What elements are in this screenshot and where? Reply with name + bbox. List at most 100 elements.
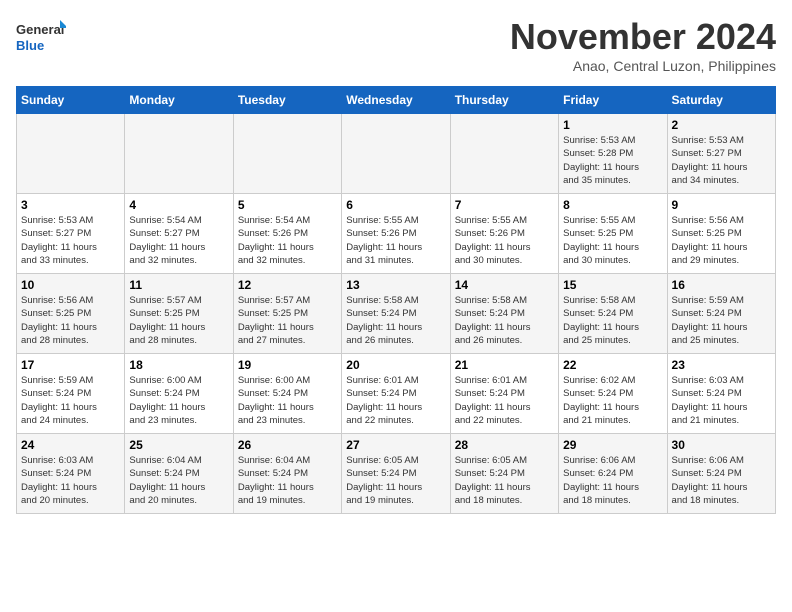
day-info: Sunrise: 5:54 AM Sunset: 5:26 PM Dayligh… — [238, 214, 337, 267]
day-number: 12 — [238, 278, 337, 292]
day-info: Sunrise: 5:59 AM Sunset: 5:24 PM Dayligh… — [672, 294, 771, 347]
calendar-week-row: 24Sunrise: 6:03 AM Sunset: 5:24 PM Dayli… — [17, 434, 776, 514]
svg-text:Blue: Blue — [16, 38, 44, 53]
day-info: Sunrise: 5:58 AM Sunset: 5:24 PM Dayligh… — [455, 294, 554, 347]
calendar-cell — [17, 114, 125, 194]
day-info: Sunrise: 6:01 AM Sunset: 5:24 PM Dayligh… — [455, 374, 554, 427]
header-thursday: Thursday — [450, 87, 558, 114]
calendar-cell: 4 Sunrise: 5:54 AM Sunset: 5:27 PM Daylig… — [125, 194, 233, 274]
day-info: Sunrise: 5:59 AM Sunset: 5:24 PM Dayligh… — [21, 374, 120, 427]
calendar-cell — [342, 114, 450, 194]
day-number: 2 — [672, 118, 771, 132]
day-number: 30 — [672, 438, 771, 452]
calendar-week-row: 17 Sunrise: 5:59 AM Sunset: 5:24 PM Dayli… — [17, 354, 776, 434]
calendar-cell: 6Sunrise: 5:55 AM Sunset: 5:26 PM Daylig… — [342, 194, 450, 274]
day-number: 4 — [129, 198, 228, 212]
day-number: 22 — [563, 358, 662, 372]
calendar-header-row: SundayMondayTuesdayWednesdayThursdayFrid… — [17, 87, 776, 114]
calendar-cell: 22 Sunrise: 6:02 AM Sunset: 5:24 PM Dayli… — [559, 354, 667, 434]
calendar-cell: 14 Sunrise: 5:58 AM Sunset: 5:24 PM Dayli… — [450, 274, 558, 354]
calendar-cell: 21 Sunrise: 6:01 AM Sunset: 5:24 PM Dayli… — [450, 354, 558, 434]
calendar-cell — [450, 114, 558, 194]
day-number: 11 — [129, 278, 228, 292]
calendar-cell: 28 Sunrise: 6:05 AM Sunset: 5:24 PM Dayli… — [450, 434, 558, 514]
calendar-cell: 12Sunrise: 5:57 AM Sunset: 5:25 PM Dayli… — [233, 274, 341, 354]
day-info: Sunrise: 6:00 AM Sunset: 5:24 PM Dayligh… — [129, 374, 228, 427]
day-info: Sunrise: 6:05 AM Sunset: 5:24 PM Dayligh… — [455, 454, 554, 507]
day-info: Sunrise: 6:01 AM Sunset: 5:24 PM Dayligh… — [346, 374, 445, 427]
calendar-cell: 9 Sunrise: 5:56 AM Sunset: 5:25 PM Daylig… — [667, 194, 775, 274]
day-info: Sunrise: 5:54 AM Sunset: 5:27 PM Dayligh… — [129, 214, 228, 267]
day-info: Sunrise: 6:03 AM Sunset: 5:24 PM Dayligh… — [672, 374, 771, 427]
day-info: Sunrise: 5:53 AM Sunset: 5:27 PM Dayligh… — [672, 134, 771, 187]
day-info: Sunrise: 5:58 AM Sunset: 5:24 PM Dayligh… — [563, 294, 662, 347]
calendar-cell: 7Sunrise: 5:55 AM Sunset: 5:26 PM Daylig… — [450, 194, 558, 274]
header-sunday: Sunday — [17, 87, 125, 114]
logo: General Blue — [16, 16, 66, 56]
calendar-cell: 16 Sunrise: 5:59 AM Sunset: 5:24 PM Dayli… — [667, 274, 775, 354]
day-info: Sunrise: 5:53 AM Sunset: 5:28 PM Dayligh… — [563, 134, 662, 187]
calendar-cell: 27Sunrise: 6:05 AM Sunset: 5:24 PM Dayli… — [342, 434, 450, 514]
calendar-cell: 24Sunrise: 6:03 AM Sunset: 5:24 PM Dayli… — [17, 434, 125, 514]
day-number: 14 — [455, 278, 554, 292]
day-info: Sunrise: 5:58 AM Sunset: 5:24 PM Dayligh… — [346, 294, 445, 347]
day-info: Sunrise: 5:56 AM Sunset: 5:25 PM Dayligh… — [21, 294, 120, 347]
header-wednesday: Wednesday — [342, 87, 450, 114]
day-number: 5 — [238, 198, 337, 212]
calendar-cell: 17 Sunrise: 5:59 AM Sunset: 5:24 PM Dayli… — [17, 354, 125, 434]
calendar-cell: 11 Sunrise: 5:57 AM Sunset: 5:25 PM Dayli… — [125, 274, 233, 354]
day-info: Sunrise: 6:00 AM Sunset: 5:24 PM Dayligh… — [238, 374, 337, 427]
day-number: 19 — [238, 358, 337, 372]
day-number: 15 — [563, 278, 662, 292]
day-number: 1 — [563, 118, 662, 132]
day-number: 9 — [672, 198, 771, 212]
calendar-cell: 25 Sunrise: 6:04 AM Sunset: 5:24 PM Dayli… — [125, 434, 233, 514]
day-info: Sunrise: 6:04 AM Sunset: 5:24 PM Dayligh… — [238, 454, 337, 507]
day-number: 8 — [563, 198, 662, 212]
day-number: 25 — [129, 438, 228, 452]
calendar-cell — [125, 114, 233, 194]
day-info: Sunrise: 5:55 AM Sunset: 5:25 PM Dayligh… — [563, 214, 662, 267]
calendar-cell: 3 Sunrise: 5:53 AM Sunset: 5:27 PM Daylig… — [17, 194, 125, 274]
calendar-cell: 8 Sunrise: 5:55 AM Sunset: 5:25 PM Daylig… — [559, 194, 667, 274]
day-info: Sunrise: 5:56 AM Sunset: 5:25 PM Dayligh… — [672, 214, 771, 267]
day-number: 17 — [21, 358, 120, 372]
svg-text:General: General — [16, 22, 64, 37]
calendar-week-row: 1 Sunrise: 5:53 AM Sunset: 5:28 PM Daylig… — [17, 114, 776, 194]
calendar-week-row: 10 Sunrise: 5:56 AM Sunset: 5:25 PM Dayli… — [17, 274, 776, 354]
calendar-cell: 29Sunrise: 6:06 AM Sunset: 6:24 PM Dayli… — [559, 434, 667, 514]
calendar-table: SundayMondayTuesdayWednesdayThursdayFrid… — [16, 86, 776, 514]
day-number: 6 — [346, 198, 445, 212]
calendar-cell: 10 Sunrise: 5:56 AM Sunset: 5:25 PM Dayli… — [17, 274, 125, 354]
calendar-cell: 1 Sunrise: 5:53 AM Sunset: 5:28 PM Daylig… — [559, 114, 667, 194]
day-info: Sunrise: 5:55 AM Sunset: 5:26 PM Dayligh… — [455, 214, 554, 267]
day-info: Sunrise: 6:04 AM Sunset: 5:24 PM Dayligh… — [129, 454, 228, 507]
calendar-cell — [233, 114, 341, 194]
calendar-cell: 2 Sunrise: 5:53 AM Sunset: 5:27 PM Daylig… — [667, 114, 775, 194]
header-saturday: Saturday — [667, 87, 775, 114]
day-info: Sunrise: 6:02 AM Sunset: 5:24 PM Dayligh… — [563, 374, 662, 427]
day-info: Sunrise: 6:06 AM Sunset: 5:24 PM Dayligh… — [672, 454, 771, 507]
day-info: Sunrise: 5:57 AM Sunset: 5:25 PM Dayligh… — [129, 294, 228, 347]
header: General Blue November 2024 Anao, Central… — [16, 16, 776, 74]
calendar-cell: 26Sunrise: 6:04 AM Sunset: 5:24 PM Dayli… — [233, 434, 341, 514]
day-number: 21 — [455, 358, 554, 372]
calendar-cell: 15 Sunrise: 5:58 AM Sunset: 5:24 PM Dayli… — [559, 274, 667, 354]
calendar-cell: 18 Sunrise: 6:00 AM Sunset: 5:24 PM Dayli… — [125, 354, 233, 434]
day-number: 29 — [563, 438, 662, 452]
day-number: 10 — [21, 278, 120, 292]
calendar-cell: 30 Sunrise: 6:06 AM Sunset: 5:24 PM Dayli… — [667, 434, 775, 514]
calendar-cell: 5 Sunrise: 5:54 AM Sunset: 5:26 PM Daylig… — [233, 194, 341, 274]
day-number: 18 — [129, 358, 228, 372]
header-friday: Friday — [559, 87, 667, 114]
day-info: Sunrise: 5:53 AM Sunset: 5:27 PM Dayligh… — [21, 214, 120, 267]
day-number: 16 — [672, 278, 771, 292]
day-number: 28 — [455, 438, 554, 452]
calendar-week-row: 3 Sunrise: 5:53 AM Sunset: 5:27 PM Daylig… — [17, 194, 776, 274]
calendar-cell: 19 Sunrise: 6:00 AM Sunset: 5:24 PM Dayli… — [233, 354, 341, 434]
logo-svg: General Blue — [16, 16, 66, 56]
day-number: 23 — [672, 358, 771, 372]
location-subtitle: Anao, Central Luzon, Philippines — [510, 58, 776, 74]
day-number: 27 — [346, 438, 445, 452]
day-number: 3 — [21, 198, 120, 212]
